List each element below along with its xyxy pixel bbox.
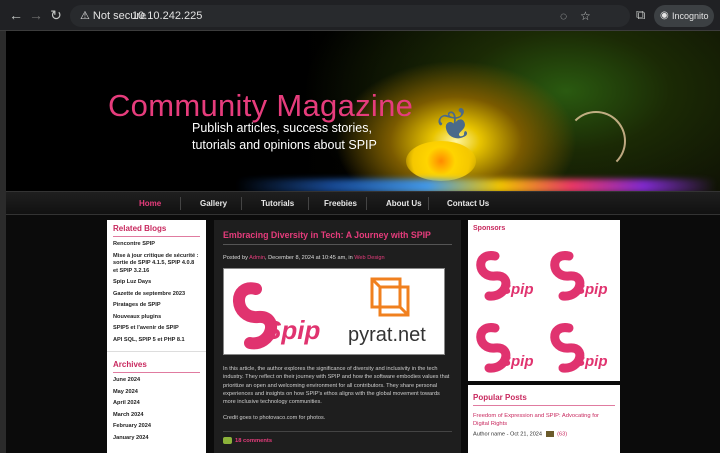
meta-date: , December 8, 2024 at 10:45 am, in	[265, 255, 353, 261]
site-title[interactable]: Community Magazine	[108, 88, 413, 124]
popular-post-count[interactable]: (63)	[557, 431, 567, 437]
archive-link[interactable]: April 2024	[113, 400, 200, 408]
sidebar-divider	[107, 351, 206, 352]
archives-list: June 2024 May 2024 April 2024 March 2024…	[113, 377, 200, 442]
related-blogs-heading: Related Blogs	[113, 224, 200, 237]
popular-post-meta: Author name - Oct 21, 2024 (63)	[473, 431, 615, 437]
eye-off-icon[interactable]: ◌	[560, 5, 567, 27]
nav-divider	[308, 197, 309, 210]
nav-divider	[366, 197, 367, 210]
sponsors-heading: Sponsors	[473, 225, 506, 232]
sponsor-logo-text: Spip	[501, 281, 534, 298]
star-icon[interactable]: ☆	[580, 5, 591, 27]
address-bar[interactable]: ⚠ Not secure 10.10.242.225 ◌ ☆	[70, 5, 630, 27]
post-image[interactable]: Spip pyrat.net	[223, 268, 445, 355]
related-blog-link[interactable]: Mise à jour critique de sécurité : sorti…	[113, 253, 200, 276]
pyrat-cube-icon	[370, 277, 410, 317]
sponsor-logo-text: Spip	[575, 281, 608, 298]
archive-link[interactable]: January 2024	[113, 435, 200, 443]
nav-divider	[428, 197, 429, 210]
post-meta: Posted by Admin, December 8, 2024 at 10:…	[223, 255, 452, 261]
post-title[interactable]: Embracing Diversity in Tech: A Journey w…	[223, 230, 452, 245]
sponsor-logo[interactable]: Spip	[473, 318, 539, 378]
related-blog-link[interactable]: Gazette de septembre 2023	[113, 291, 200, 299]
popular-post-author-date: Author name - Oct 21, 2024	[473, 431, 543, 438]
extensions-icon[interactable]: ⧉	[636, 7, 645, 23]
comment-thumbnail-icon	[545, 431, 554, 437]
nav-divider	[241, 197, 242, 210]
archive-link[interactable]: May 2024	[113, 389, 200, 397]
back-icon[interactable]: ←	[8, 7, 24, 23]
related-blog-link[interactable]: Nouveaux plugins	[113, 314, 200, 322]
nav-contact-us[interactable]: Contact Us	[447, 192, 489, 215]
sponsor-logo-text: Spip	[501, 353, 534, 370]
related-blog-link[interactable]: Spip Luz Days	[113, 279, 200, 287]
flower-graphic	[406, 141, 476, 181]
nav-about-us[interactable]: About Us	[386, 192, 422, 215]
category-link[interactable]: Web Design	[354, 255, 384, 261]
nav-home[interactable]: Home	[139, 192, 161, 215]
archive-link[interactable]: June 2024	[113, 377, 200, 385]
site-tagline: Publish articles, success stories, tutor…	[192, 121, 377, 152]
related-blog-link[interactable]: API SQL, SPIP 5 et PHP 8.1	[113, 337, 200, 345]
incognito-label: Incognito	[672, 11, 709, 21]
swirl-graphic	[566, 111, 626, 171]
image-spip-text: Spip	[264, 315, 320, 345]
main-nav: Home Gallery Tutorials Freebies About Us…	[6, 191, 720, 215]
archives-heading: Archives	[113, 360, 200, 373]
nav-divider	[180, 197, 181, 210]
meta-prefix: Posted by	[223, 255, 248, 261]
comments-count: 18 comments	[235, 438, 273, 445]
forward-icon[interactable]: →	[28, 7, 44, 23]
popular-post-link[interactable]: Freedom of Expression and SPIP: Advocati…	[473, 412, 615, 428]
incognito-icon: ◉	[660, 10, 669, 21]
rainbow-streak	[236, 179, 716, 191]
sponsor-logo[interactable]: Spip	[547, 246, 613, 306]
popular-posts-panel: Popular Posts Freedom of Expression and …	[468, 385, 620, 453]
comments-link[interactable]: 18 comments	[223, 431, 452, 445]
nav-tutorials[interactable]: Tutorials	[261, 192, 294, 215]
related-blog-link[interactable]: Rencontre SPIP	[113, 241, 200, 249]
sponsor-logo[interactable]: Spip	[473, 246, 539, 306]
sponsor-logo[interactable]: Spip	[547, 318, 613, 378]
archive-link[interactable]: February 2024	[113, 423, 200, 431]
left-sidebar: Related Blogs Rencontre SPIP Mise à jour…	[107, 220, 206, 453]
related-blog-link[interactable]: SPIP5 et l'avenir de SPIP	[113, 325, 200, 333]
related-blogs-list: Rencontre SPIP Mise à jour critique de s…	[113, 241, 200, 344]
nav-gallery[interactable]: Gallery	[200, 192, 227, 215]
image-pyrat-text: pyrat.net	[348, 324, 426, 346]
nav-freebies[interactable]: Freebies	[324, 192, 357, 215]
incognito-badge[interactable]: ◉ Incognito	[654, 5, 714, 27]
related-blog-link[interactable]: Piratages de SPIP	[113, 302, 200, 310]
post-excerpt: In this article, the author explores the…	[223, 366, 450, 406]
author-link[interactable]: Admin	[249, 255, 265, 261]
reload-icon[interactable]: ↻	[48, 7, 64, 23]
popular-posts-heading: Popular Posts	[473, 393, 615, 406]
main-article: Embracing Diversity in Tech: A Journey w…	[214, 220, 461, 453]
comment-bubble-icon	[223, 437, 232, 445]
spip-pyrat-logo: Spip pyrat.net	[233, 277, 426, 350]
photo-credit: Credit goes to photovaco.com for photos.	[223, 415, 326, 422]
sponsor-grid: Spip Spip Spip Spip	[473, 232, 615, 382]
url-text[interactable]: 10.10.242.225	[132, 5, 202, 27]
sponsor-logo-text: Spip	[575, 353, 608, 370]
archive-link[interactable]: March 2024	[113, 412, 200, 420]
browser-toolbar: ← → ↻ ⚠ Not secure 10.10.242.225 ◌ ☆ ⧉ ◉…	[0, 0, 720, 31]
